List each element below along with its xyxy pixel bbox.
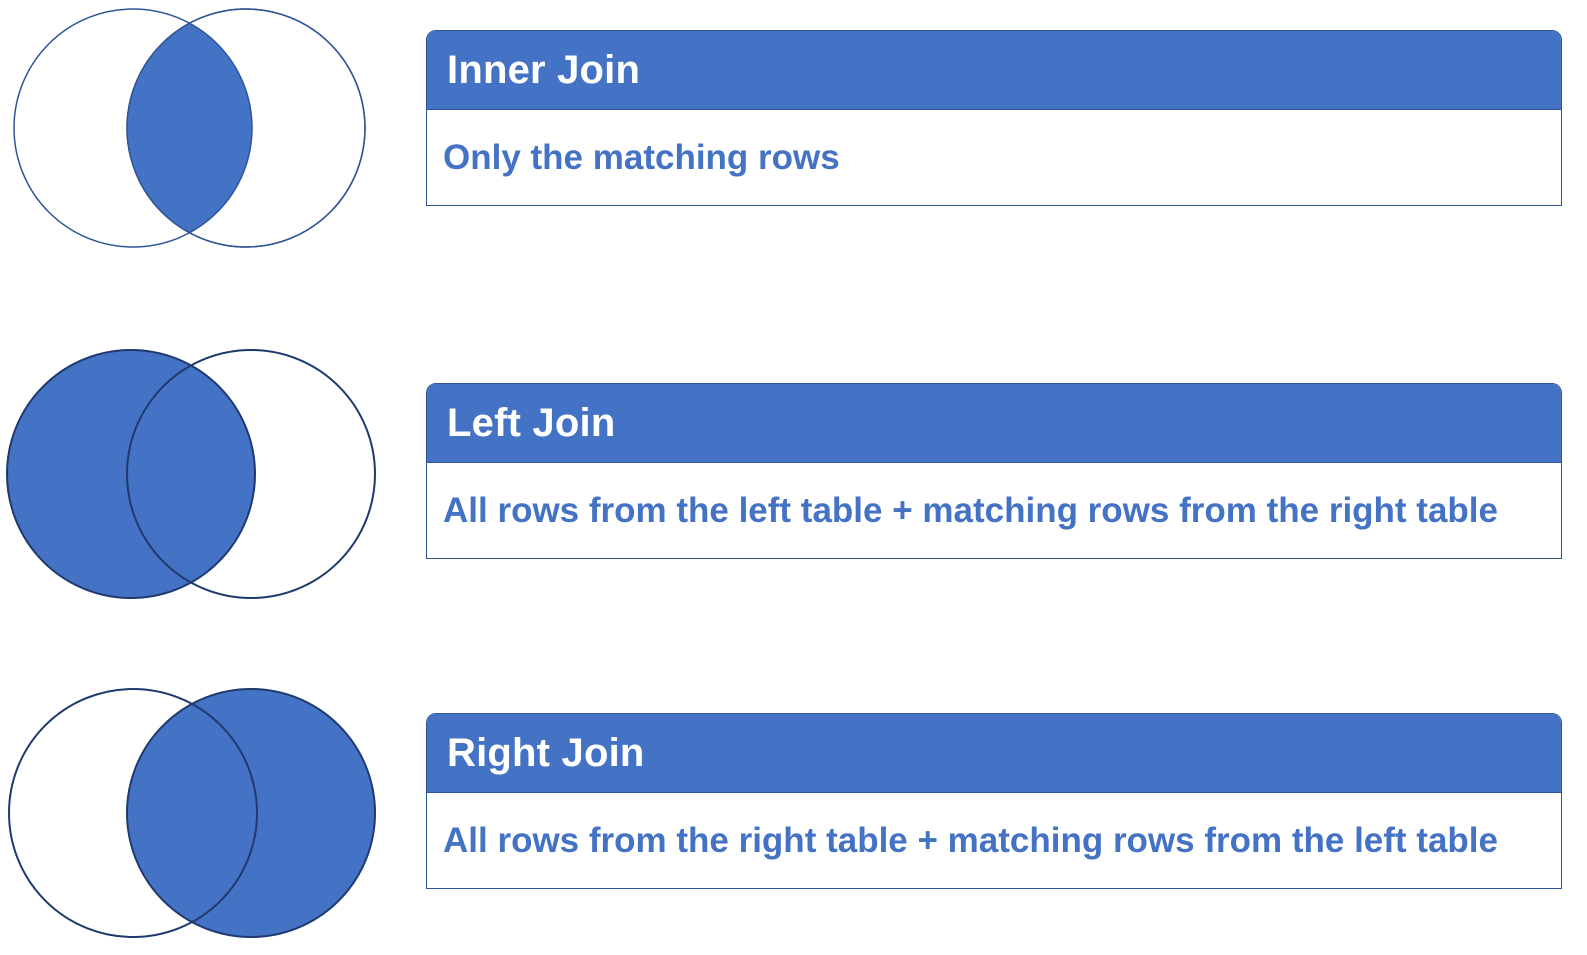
left-join-card: Left Join All rows from the left table +… — [426, 383, 1562, 559]
venn-intersection — [127, 9, 252, 247]
inner-join-title: Inner Join — [447, 47, 641, 92]
venn-left-circle — [6, 349, 256, 599]
inner-join-card: Inner Join Only the matching rows — [426, 30, 1562, 206]
venn-right-circle — [126, 688, 376, 938]
right-join-title: Right Join — [447, 730, 645, 775]
right-join-venn-diagram — [8, 688, 376, 938]
card-header: Left Join — [427, 384, 1561, 463]
left-join-description: All rows from the left table + matching … — [443, 490, 1498, 530]
card-body: All rows from the right table + matching… — [427, 793, 1561, 888]
card-header: Inner Join — [427, 31, 1561, 110]
inner-join-description: Only the matching rows — [443, 137, 840, 177]
right-join-card: Right Join All rows from the right table… — [426, 713, 1562, 889]
card-body: Only the matching rows — [427, 110, 1561, 205]
left-join-title: Left Join — [447, 400, 616, 445]
card-header: Right Join — [427, 714, 1561, 793]
card-body: All rows from the left table + matching … — [427, 463, 1561, 558]
right-join-description: All rows from the right table + matching… — [443, 820, 1498, 860]
inner-join-venn-diagram — [13, 8, 366, 248]
left-join-venn-diagram — [6, 349, 376, 599]
